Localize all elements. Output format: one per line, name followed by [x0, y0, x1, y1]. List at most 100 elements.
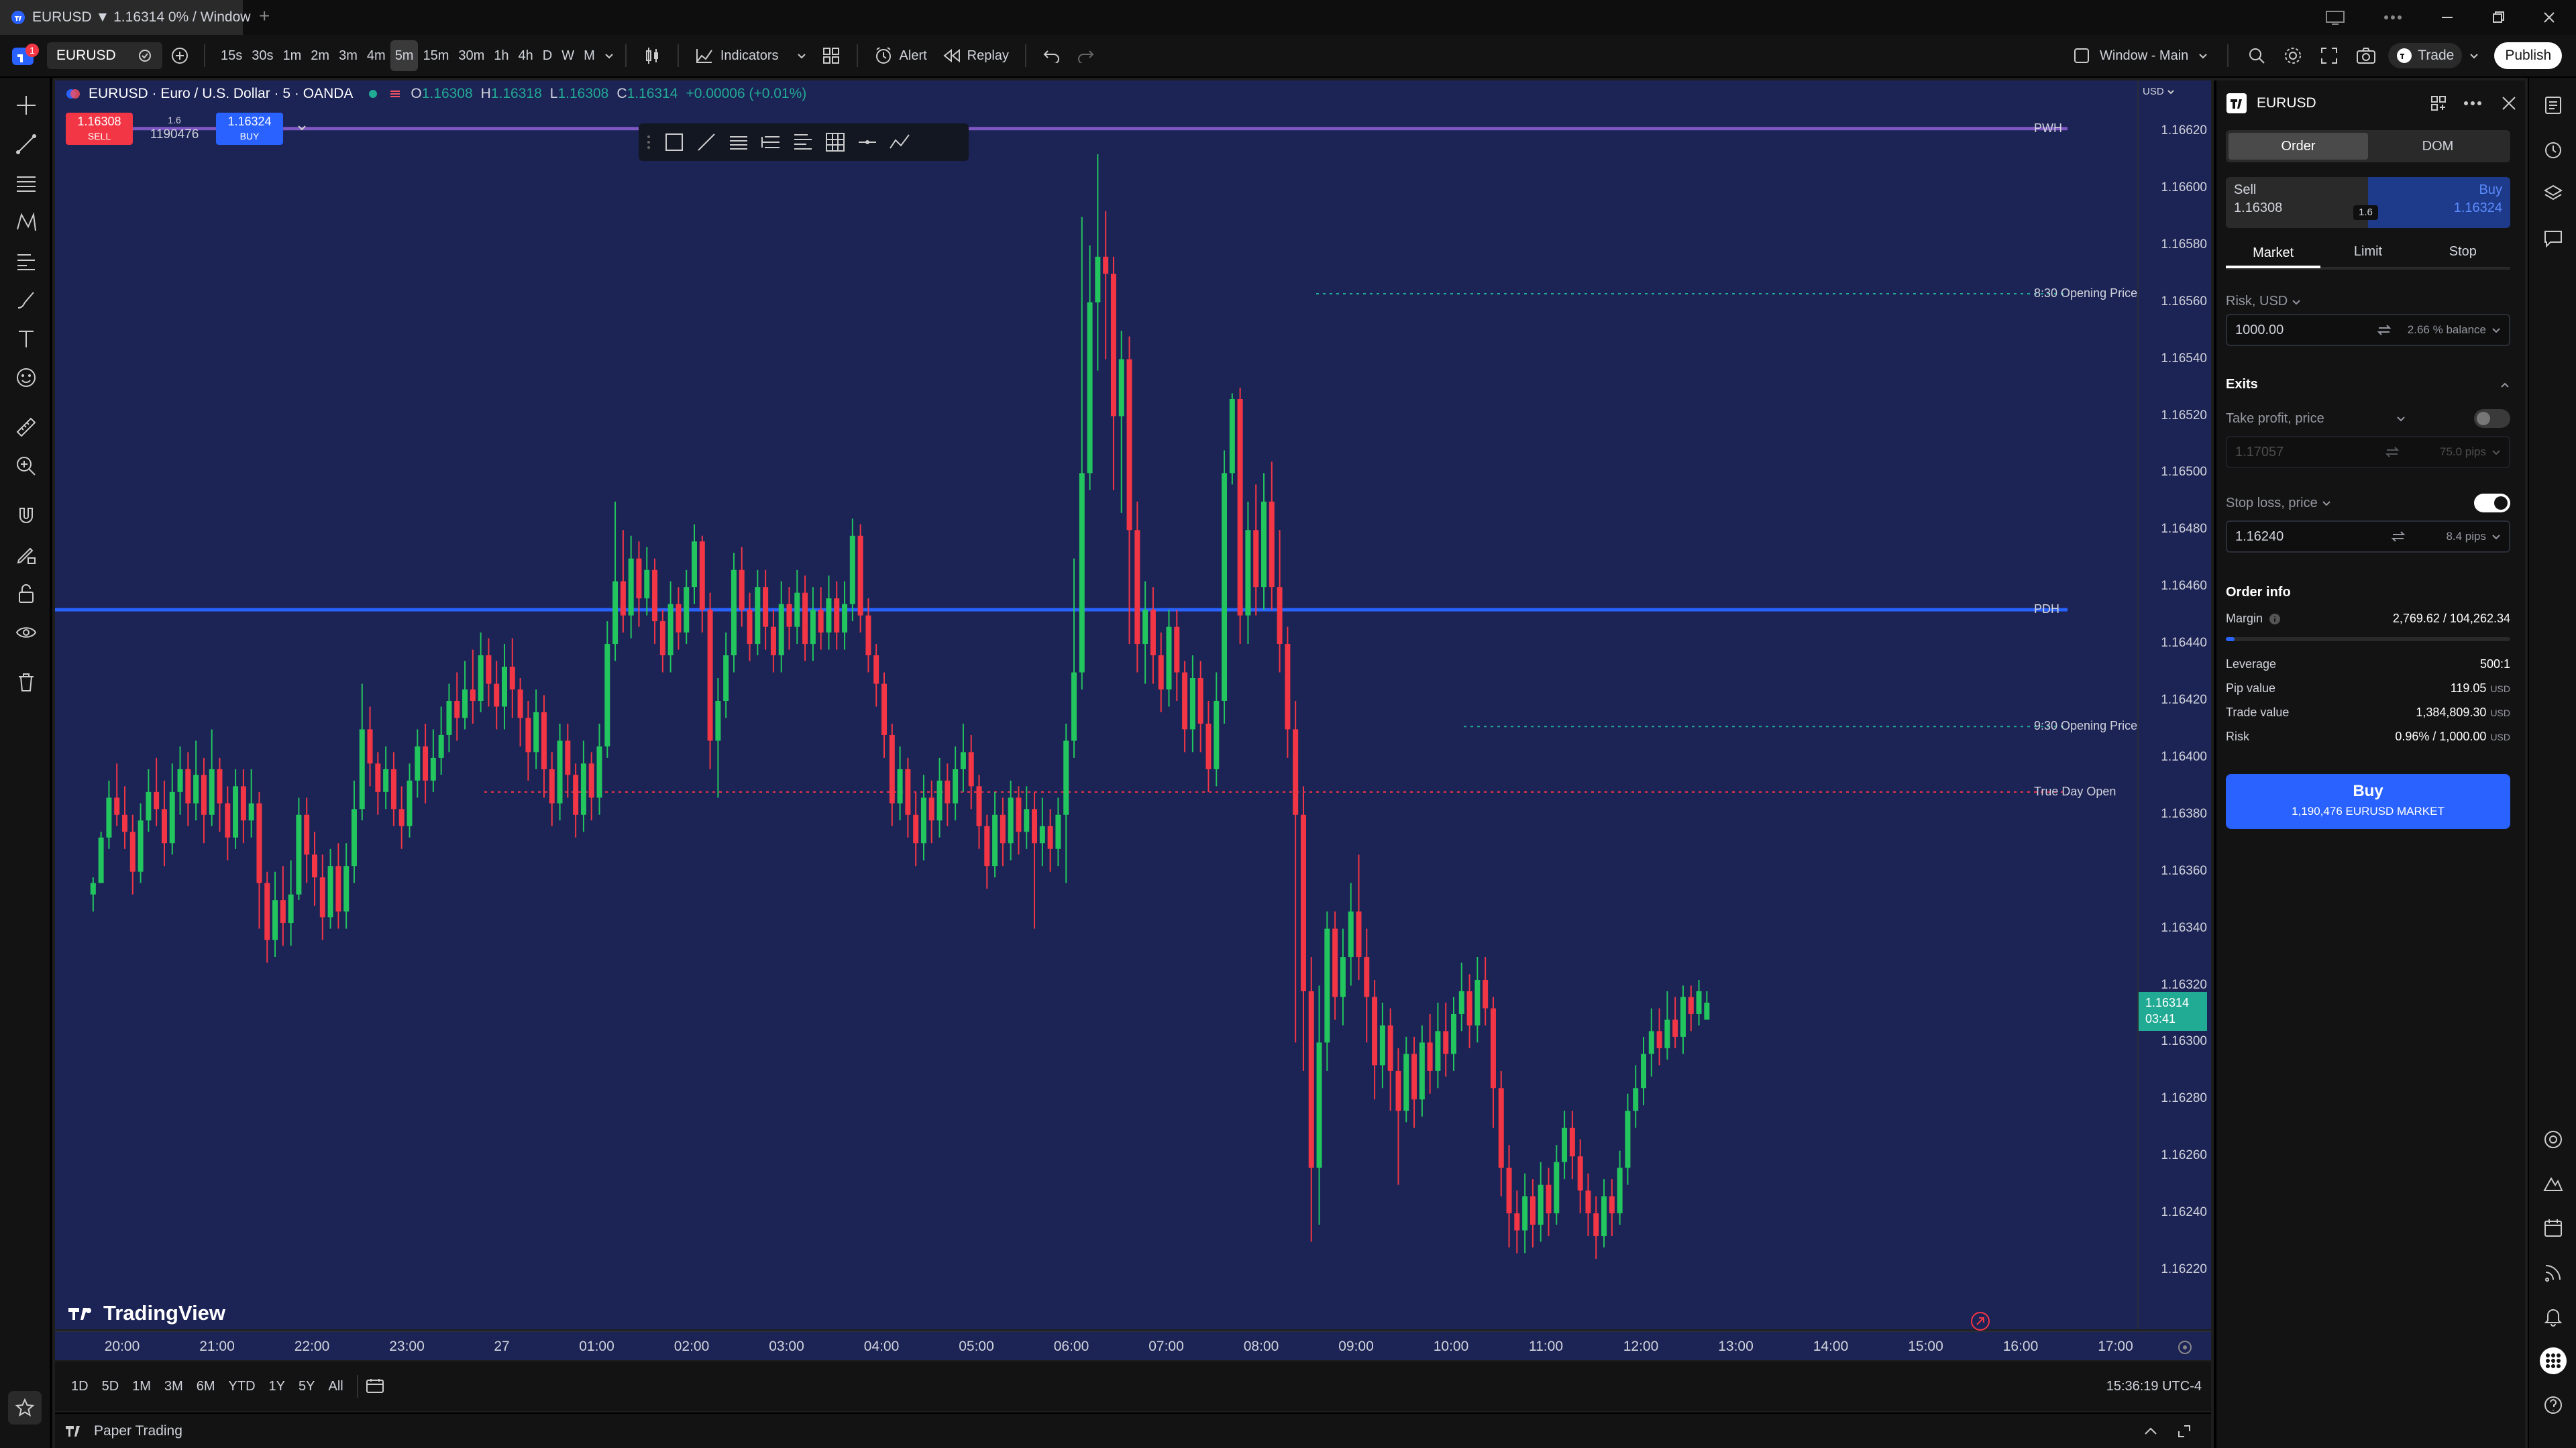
magnet-tool[interactable]	[0, 496, 52, 535]
alert-button[interactable]: Alert	[869, 40, 932, 71]
publish-button[interactable]: Publish	[2494, 42, 2563, 69]
chevron-down-icon[interactable]	[2491, 532, 2501, 541]
tp-label[interactable]: Take profit, price	[2226, 411, 2324, 427]
range-6m[interactable]: 6M	[190, 1379, 222, 1394]
redo-icon[interactable]	[1071, 40, 1100, 71]
pine-editor-button[interactable]	[2529, 1162, 2576, 1206]
horizontal-lines-icon[interactable]	[727, 131, 750, 154]
indicators-button[interactable]: Indicators	[690, 40, 812, 71]
scale-settings-icon[interactable]	[2176, 1339, 2194, 1356]
chevron-down-icon[interactable]	[2491, 325, 2501, 335]
watchlist-button[interactable]	[2529, 83, 2576, 127]
go-to-realtime-icon[interactable]	[1970, 1311, 1991, 1332]
panel-layout-icon[interactable]	[2430, 95, 2447, 112]
exits-section-header[interactable]: Exits	[2226, 377, 2510, 392]
sell-side-button[interactable]: Sell 1.16308	[2226, 177, 2368, 228]
rectangle-icon[interactable]	[663, 131, 686, 154]
settings-gear-icon[interactable]	[2278, 40, 2308, 71]
range-1d[interactable]: 1D	[64, 1379, 95, 1394]
compare-symbol-icon[interactable]	[137, 48, 153, 64]
path-icon[interactable]	[888, 131, 911, 154]
interval-1m[interactable]: 1m	[278, 40, 307, 71]
help-button[interactable]	[2529, 1383, 2576, 1427]
interval-D[interactable]: D	[538, 40, 557, 71]
ideas-stream-button[interactable]	[2529, 1117, 2576, 1162]
quick-buy-button[interactable]: 1.16324 BUY	[216, 113, 283, 145]
currency-selector[interactable]: USD	[2143, 86, 2175, 97]
sl-label[interactable]: Stop loss, price	[2226, 496, 2318, 511]
quick-quantity[interactable]: 1.6 1190476	[137, 113, 212, 145]
new-tab-button[interactable]: +	[259, 5, 270, 27]
maximize-panel-icon[interactable]	[2176, 1423, 2192, 1439]
measure-tool[interactable]	[0, 408, 52, 447]
clock-timezone[interactable]: 15:36:19 UTC-4	[2106, 1379, 2202, 1394]
risk-input[interactable]: 1000.00 2.66 % balance	[2226, 314, 2510, 346]
drag-handle-icon[interactable]	[647, 133, 653, 151]
range-3m[interactable]: 3M	[158, 1379, 190, 1394]
hide-drawings-tool[interactable]	[0, 613, 52, 652]
price-scale[interactable]: USD 1.16620 1.16600 1.16580 1.16560 1.16540 1…	[2137, 80, 2211, 1329]
add-symbol-icon[interactable]	[170, 46, 189, 65]
emoji-tool[interactable]	[0, 358, 52, 397]
pitchfork-icon[interactable]	[759, 131, 782, 154]
object-tree-button[interactable]	[2529, 172, 2576, 216]
sl-toggle[interactable]	[2474, 494, 2510, 512]
replay-button[interactable]: Replay	[936, 40, 1014, 71]
brush-tool[interactable]	[0, 280, 52, 319]
more-dots-icon[interactable]	[2383, 14, 2403, 21]
interval-1h[interactable]: 1h	[489, 40, 513, 71]
forecast-tool[interactable]	[0, 241, 52, 280]
take-profit-input[interactable]: 1.17057 75.0 pips	[2226, 436, 2510, 468]
zoom-tool[interactable]	[0, 447, 52, 486]
notifications-button[interactable]	[2529, 1294, 2576, 1339]
restore-icon[interactable]	[2491, 11, 2505, 24]
layout-selector[interactable]: Window - Main	[2068, 40, 2214, 71]
order-type-limit[interactable]: Limit	[2320, 236, 2415, 267]
interval-5m[interactable]: 5m	[390, 40, 419, 71]
interval-4h[interactable]: 4h	[514, 40, 538, 71]
buy-side-button[interactable]: Buy 1.16324	[2368, 177, 2510, 228]
place-buy-order-button[interactable]: Buy 1,190,476 EURUSD MARKET	[2226, 774, 2510, 829]
swap-icon[interactable]	[2391, 530, 2406, 543]
camera-snapshot-icon[interactable]	[2351, 40, 2381, 71]
favorites-button[interactable]	[8, 1391, 42, 1425]
paper-trading-panel-tab[interactable]: Paper Trading	[55, 1412, 2211, 1448]
range-1y[interactable]: 1Y	[262, 1379, 292, 1394]
chevron-down-icon[interactable]	[2469, 50, 2479, 61]
candlestick-chart[interactable]	[55, 80, 2135, 1327]
crosshair-tool[interactable]	[0, 86, 52, 125]
calendar-button[interactable]	[2529, 1206, 2576, 1250]
horizontal-ray-icon[interactable]	[856, 131, 879, 154]
fib-tool[interactable]	[0, 164, 52, 203]
order-type-stop[interactable]: Stop	[2416, 236, 2510, 267]
time-axis[interactable]: 20:00 21:00 22:00 23:00 27 01:00 02:00 03:00 04:…	[55, 1331, 2211, 1360]
chats-button[interactable]	[2529, 216, 2576, 260]
interval-15s[interactable]: 15s	[216, 40, 247, 71]
undo-icon[interactable]	[1037, 40, 1067, 71]
interval-30s[interactable]: 30s	[247, 40, 278, 71]
news-button[interactable]	[2529, 1250, 2576, 1294]
interval-4m[interactable]: 4m	[362, 40, 390, 71]
stop-loss-input[interactable]: 1.16240 8.4 pips	[2226, 520, 2510, 553]
stay-drawing-tool[interactable]	[0, 535, 52, 574]
remove-drawings-tool[interactable]	[0, 663, 52, 702]
window-tab[interactable]: EURUSD ▼ 1.16314 0% / Window	[0, 0, 250, 35]
quick-search-icon[interactable]	[2242, 40, 2271, 71]
interval-M[interactable]: M	[579, 40, 600, 71]
tab-dom[interactable]: DOM	[2368, 133, 2508, 160]
legend-title[interactable]: EURUSD · Euro / U.S. Dollar · 5 · OANDA	[89, 86, 353, 102]
quick-sell-button[interactable]: 1.16308 SELL	[66, 113, 133, 145]
collapse-panel-icon[interactable]	[2143, 1425, 2159, 1438]
interval-30m[interactable]: 30m	[453, 40, 489, 71]
lock-drawings-tool[interactable]	[0, 574, 52, 613]
order-type-market[interactable]: Market	[2226, 237, 2321, 268]
range-all[interactable]: All	[321, 1379, 350, 1394]
more-options-icon[interactable]	[2463, 101, 2482, 106]
trend-line-tool[interactable]	[0, 125, 52, 164]
interval-W[interactable]: W	[557, 40, 579, 71]
alerts-button[interactable]	[2529, 127, 2576, 172]
text-tool[interactable]	[0, 319, 52, 358]
interval-dropdown-icon[interactable]	[604, 50, 614, 61]
tab-order[interactable]: Order	[2229, 133, 2368, 160]
close-icon[interactable]	[2501, 95, 2517, 111]
